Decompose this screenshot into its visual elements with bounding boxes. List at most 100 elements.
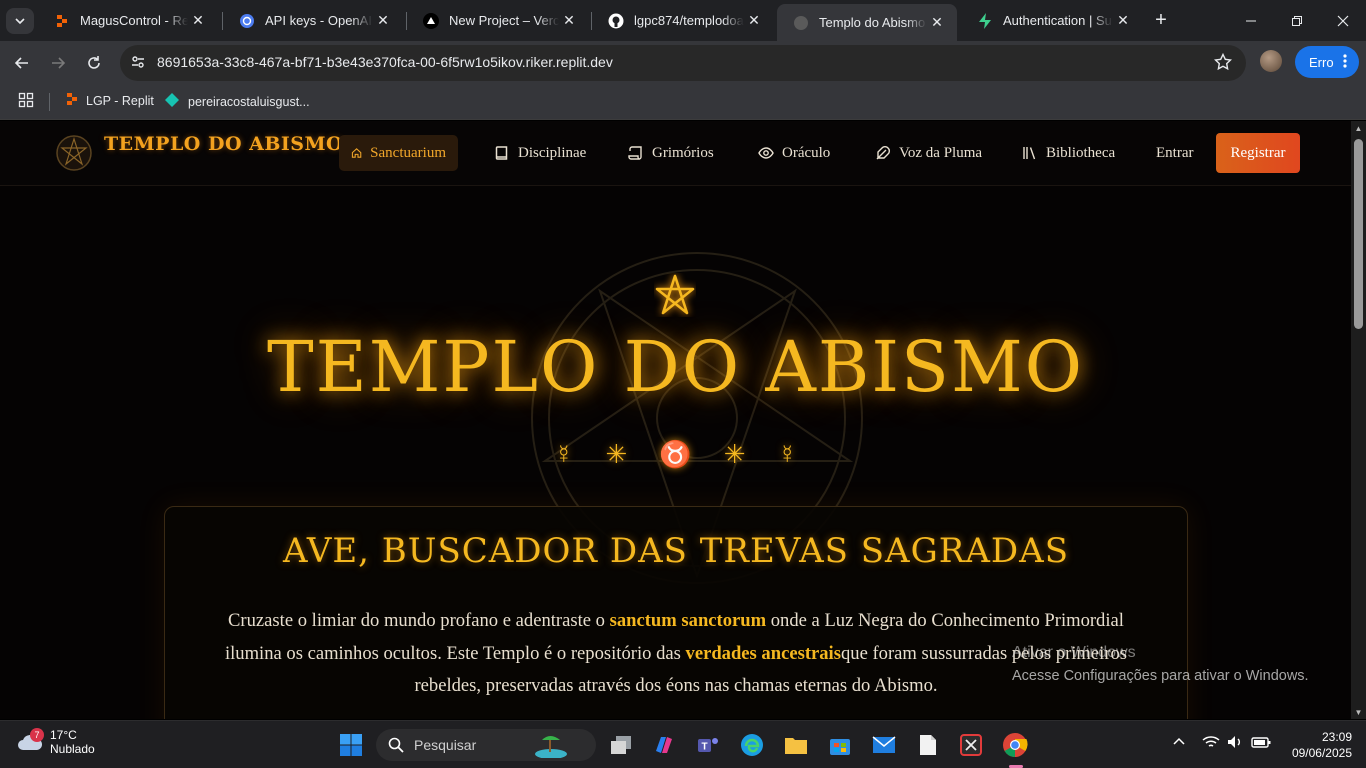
- close-icon: [1337, 15, 1349, 26]
- snipping-tool-button[interactable]: [955, 729, 987, 761]
- notepad-button[interactable]: [912, 729, 944, 761]
- baphomet-symbol-icon: ♉: [659, 439, 692, 469]
- mail-icon: [872, 736, 896, 753]
- taskbar-search[interactable]: Pesquisar: [376, 729, 596, 761]
- reload-button[interactable]: [82, 51, 106, 75]
- browser-toolbar: 8691653a-33c8-467a-bf71-b3e43e370fca-00-…: [0, 41, 1366, 84]
- login-link[interactable]: Entrar: [1156, 135, 1193, 171]
- file-explorer-button[interactable]: [780, 729, 812, 761]
- nav-bibliotheca[interactable]: Bibliotheca: [1022, 135, 1115, 171]
- volume-icon[interactable]: [1227, 735, 1245, 752]
- task-view-button[interactable]: [605, 729, 637, 761]
- tab-title: Templo do Abismo - Replit: [819, 15, 927, 30]
- scroll-icon: [628, 146, 642, 160]
- cloud-icon: 7: [16, 728, 44, 754]
- battery-icon[interactable]: [1251, 735, 1271, 752]
- home-icon: [351, 148, 362, 158]
- bookmark-pereira[interactable]: pereiracostaluisgust...: [164, 92, 310, 111]
- svg-text:T: T: [701, 742, 707, 753]
- register-button[interactable]: Registrar: [1216, 133, 1300, 173]
- globe-icon: [793, 15, 809, 31]
- diamond-icon: [164, 92, 180, 111]
- close-icon[interactable]: ✕: [744, 11, 764, 31]
- hero-title: TEMPLO DO ABISMO: [266, 326, 1085, 408]
- site-navbar: TEMPLO DO ABISMO Sanctuarium Disciplinae…: [0, 121, 1351, 186]
- sigil-logo-icon[interactable]: [55, 134, 93, 172]
- brand-title[interactable]: TEMPLO DO ABISMO: [104, 133, 343, 155]
- restore-button[interactable]: [1274, 0, 1320, 41]
- book-icon: [495, 146, 508, 160]
- bookmark-lgp-replit[interactable]: LGP - Replit: [66, 92, 154, 109]
- apps-button[interactable]: [18, 92, 34, 108]
- address-bar[interactable]: 8691653a-33c8-467a-bf71-b3e43e370fca-00-…: [120, 45, 1246, 81]
- store-button[interactable]: [824, 729, 856, 761]
- tab-title: lgpc874/templodoabismo: [634, 13, 744, 28]
- beach-icon: [535, 736, 567, 758]
- close-window-button[interactable]: [1320, 0, 1366, 41]
- scroll-up-icon[interactable]: ▲: [1354, 124, 1363, 133]
- tab-github[interactable]: lgpc874/templodoabismo ✕: [592, 4, 774, 37]
- weather-badge: 7: [30, 728, 44, 742]
- scrollbar-thumb[interactable]: [1354, 139, 1363, 329]
- close-icon[interactable]: ✕: [1113, 11, 1133, 31]
- nav-grimorios[interactable]: Grimórios: [628, 135, 714, 171]
- start-button[interactable]: [335, 729, 367, 761]
- nav-disciplinae[interactable]: Disciplinae: [494, 135, 586, 171]
- minimize-button[interactable]: [1228, 0, 1274, 41]
- url-text: 8691653a-33c8-467a-bf71-b3e43e370fca-00-…: [157, 54, 613, 70]
- welcome-heading: AVE, BUSCADOR DAS TREVAS SAGRADAS: [282, 531, 1070, 571]
- close-icon[interactable]: ✕: [188, 11, 208, 31]
- tab-templo[interactable]: Templo do Abismo - Replit ✕: [777, 4, 957, 41]
- scroll-down-icon[interactable]: ▼: [1354, 708, 1363, 717]
- tab-title: MagusControl - Replit: [80, 13, 188, 28]
- close-icon[interactable]: ✕: [373, 11, 393, 31]
- copilot-button[interactable]: [648, 729, 680, 761]
- tab-openai[interactable]: API keys - OpenAI API ✕: [223, 4, 403, 37]
- wifi-icon[interactable]: [1202, 735, 1220, 752]
- page-scrollbar[interactable]: ▲ ▼: [1351, 121, 1366, 719]
- edge-button[interactable]: [736, 729, 768, 761]
- feather-icon: [876, 146, 890, 160]
- teams-button[interactable]: T: [692, 729, 724, 761]
- tab-supabase[interactable]: Authentication | Supabase ✕: [961, 4, 1143, 37]
- back-button[interactable]: [10, 51, 34, 75]
- close-icon[interactable]: ✕: [927, 13, 947, 33]
- store-icon: [830, 739, 850, 755]
- chrome-icon: [1003, 733, 1028, 757]
- windows-taskbar: 7 17°C Nublado Pesquisar T 23:09 09/06/2…: [0, 720, 1366, 768]
- tab-vercel[interactable]: New Project – Vercel ✕: [407, 4, 589, 37]
- bookmark-star-icon[interactable]: [1213, 52, 1233, 76]
- vercel-icon: [423, 12, 439, 29]
- mail-button[interactable]: [868, 729, 900, 761]
- tab-title: New Project – Vercel: [449, 13, 559, 28]
- copilot-icon: [656, 737, 672, 753]
- arrow-left-icon: [14, 57, 28, 69]
- minimize-icon: [1246, 20, 1256, 21]
- hero-symbols: ☿ ✳ ♉ ✳ ☿: [0, 439, 1351, 470]
- tab-title: Authentication | Supabase: [1003, 13, 1113, 28]
- clock-time: 23:09: [1321, 730, 1352, 744]
- system-clock[interactable]: 23:09 09/06/2025: [1292, 729, 1352, 761]
- new-tab-button[interactable]: +: [1150, 9, 1172, 31]
- nav-oraculo[interactable]: Oráculo: [758, 135, 830, 171]
- replit-icon: [54, 13, 70, 29]
- forward-button[interactable]: [46, 51, 70, 75]
- asterisk-symbol-icon: ✳: [723, 439, 746, 469]
- chevron-up-icon[interactable]: [1172, 735, 1186, 752]
- mercury-symbol-icon: ☿: [777, 439, 797, 469]
- close-icon[interactable]: ✕: [559, 11, 579, 31]
- site-info-icon[interactable]: [130, 54, 146, 75]
- web-page: TEMPLO DO ABISMO Sanctuarium Disciplinae…: [0, 121, 1351, 719]
- tab-magus[interactable]: MagusControl - Replit ✕: [38, 4, 218, 37]
- weather-widget[interactable]: 7 17°C Nublado: [16, 728, 95, 756]
- nav-label: Disciplinae: [518, 144, 587, 161]
- pentagram-icon: [655, 274, 695, 315]
- nav-sanctuarium[interactable]: Sanctuarium: [339, 135, 458, 171]
- nav-voz-da-pluma[interactable]: Voz da Pluma: [875, 135, 982, 171]
- bookmark-label: pereiracostaluisgust...: [188, 94, 310, 109]
- profile-avatar[interactable]: [1260, 50, 1282, 72]
- error-button[interactable]: Erro: [1295, 46, 1359, 78]
- nav-label: Oráculo: [782, 144, 831, 161]
- chrome-button[interactable]: [999, 729, 1031, 761]
- tab-search-button[interactable]: [6, 8, 34, 34]
